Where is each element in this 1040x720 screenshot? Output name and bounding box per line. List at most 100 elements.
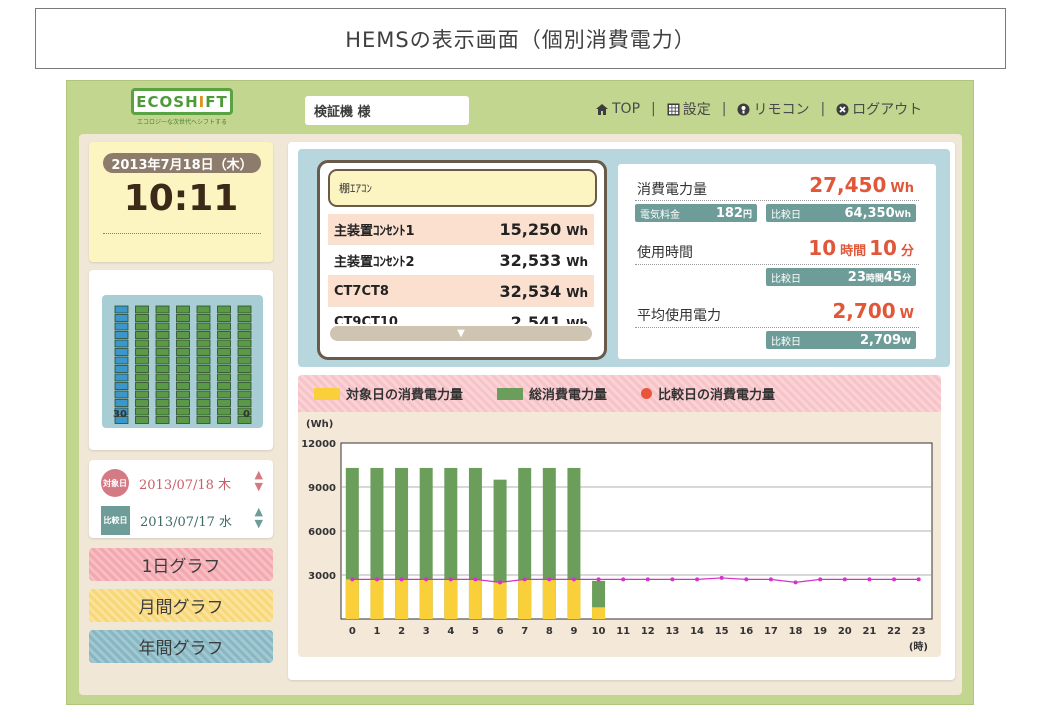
nav-separator: | — [721, 101, 727, 117]
logout-icon — [836, 103, 849, 115]
device-row[interactable]: CT9CT10 2,541 Wh — [328, 307, 594, 325]
meter-cell — [135, 399, 149, 407]
meter-cell — [155, 331, 170, 339]
settings-grid-icon — [667, 103, 680, 115]
nav-remote[interactable]: リモコン — [737, 99, 809, 119]
meter-cell — [176, 365, 190, 373]
x-tick-label: 3 — [423, 626, 430, 637]
x-tick-label: 19 — [813, 626, 827, 637]
meter-cell — [237, 365, 252, 373]
day-graph-button[interactable]: 1日グラフ — [89, 548, 273, 581]
legend-target-label: 対象日の消費電力量 — [346, 388, 464, 403]
x-tick-label: 5 — [472, 626, 479, 637]
meter-cell — [155, 348, 170, 356]
meter-cell — [237, 339, 252, 348]
meter-cell — [196, 416, 211, 424]
main-panel: 棚ｴｱｺﾝ 主装置ｺﾝｾﾝﾄ1 15,250 Wh 主装置ｺﾝｾﾝﾄ2 32,53… — [288, 142, 955, 680]
meter-cell — [135, 356, 149, 365]
target-date-badge: 対象日 — [101, 469, 129, 497]
compare-point — [645, 577, 650, 582]
compare-point — [916, 577, 921, 582]
x-tick-label: 0 — [349, 626, 356, 637]
meter-cell — [196, 373, 211, 382]
usage-minutes-unit: 分 — [900, 244, 914, 259]
consumption-compare-label: 比較日 — [771, 209, 801, 221]
content-frame: 2013年7月18日（木） 10:11 30 0 対象日 2013/07/18 … — [79, 134, 962, 695]
meter-cell — [155, 373, 170, 382]
x-tick-label: 23 — [912, 626, 926, 637]
meter-cell — [114, 314, 129, 322]
device-row[interactable]: 主装置ｺﾝｾﾝﾄ1 15,250 Wh — [328, 214, 594, 245]
usage-compare-hours: 23 — [847, 269, 866, 285]
meter-right-label: 0 — [243, 409, 250, 420]
usage-compare-pill: 比較日 23時間45分 — [766, 268, 916, 286]
device-row[interactable]: 主装置ｺﾝｾﾝﾄ2 32,533 Wh — [328, 245, 594, 276]
meter-cell — [217, 305, 231, 314]
device-name[interactable]: 棚ｴｱｺﾝ — [328, 169, 597, 207]
device-list[interactable]: 主装置ｺﾝｾﾝﾄ1 15,250 Wh 主装置ｺﾝｾﾝﾄ2 32,533 Wh CT… — [328, 214, 594, 324]
meter-cell — [155, 356, 170, 365]
device-row-label: 主装置ｺﾝｾﾝﾄ1 — [334, 223, 415, 239]
compare-point — [350, 577, 355, 582]
meter-cell — [217, 331, 231, 339]
meter-cell — [217, 314, 231, 322]
meter-cell — [135, 407, 149, 416]
x-tick-label: 18 — [789, 626, 803, 637]
meter-cell — [196, 365, 211, 373]
meter-cell — [176, 314, 190, 322]
target-date-row: 対象日 2013/07/18 木 ▲ ▼ — [101, 467, 269, 499]
logo-text-accent: I — [198, 92, 206, 111]
meter-cell — [114, 322, 129, 331]
compare-date-badge: 比較日 — [101, 505, 130, 535]
meter-cell — [217, 416, 231, 424]
target-bar — [567, 579, 581, 619]
month-graph-button[interactable]: 月間グラフ — [89, 589, 273, 622]
consumption-compare-pill: 比較日 64,350Wh — [766, 204, 916, 222]
avg-power-compare-pill: 比較日 2,709W — [766, 331, 916, 349]
meter-cell — [237, 356, 252, 365]
x-tick-label: 4 — [447, 626, 454, 637]
meter-cell — [176, 373, 190, 382]
nav-logout[interactable]: ログアウト — [836, 99, 922, 119]
compare-point — [744, 577, 749, 582]
year-graph-button[interactable]: 年間グラフ — [89, 630, 273, 663]
meter-cell — [196, 390, 211, 399]
compare-point — [842, 577, 847, 582]
compare-point — [473, 577, 478, 582]
fee-value: 182 — [715, 205, 743, 221]
meter-cell — [237, 331, 252, 339]
device-row-label: CT9CT10 — [334, 314, 398, 325]
nav-settings[interactable]: 設定 — [667, 99, 711, 119]
target-bar — [592, 607, 606, 619]
nav-top-label: TOP — [612, 101, 641, 117]
meter-cell — [237, 390, 252, 399]
x-tick-label: 15 — [715, 626, 729, 637]
usage-minutes: 10 — [869, 236, 897, 260]
consumption-label: 消費電力量 — [637, 182, 707, 198]
ecoshift-logo[interactable]: ECOSH I FT エコロジーな次世代へシフトする — [131, 88, 233, 126]
meter-cell — [155, 322, 170, 331]
meter-cell — [114, 382, 129, 390]
compare-date-down-icon[interactable]: ▼ — [255, 518, 263, 530]
summary-divider — [635, 327, 919, 328]
slide-title: HEMSの表示画面（個別消費電力） — [35, 8, 1006, 69]
compare-point — [399, 577, 404, 582]
y-tick-label: 6000 — [308, 527, 336, 538]
device-list-scroll[interactable]: ▼ — [330, 326, 592, 341]
meter-cell — [237, 322, 252, 331]
meter-cell — [217, 348, 231, 356]
usage-compare-hours-unit: 時間 — [865, 273, 884, 284]
x-tick-label: 20 — [838, 626, 852, 637]
user-name-box: 検証機 様 — [305, 96, 469, 125]
y-tick-label: 3000 — [308, 571, 336, 582]
meter-cell — [135, 305, 149, 314]
y-tick-label: 12000 — [301, 439, 336, 450]
avg-power-label: 平均使用電力 — [637, 308, 721, 324]
target-date-down-icon[interactable]: ▼ — [255, 481, 263, 493]
nav-top[interactable]: TOP — [595, 101, 640, 117]
device-row[interactable]: CT7CT8 32,534 Wh — [328, 276, 594, 307]
avg-power-compare-value: 2,709 — [859, 332, 902, 348]
remote-icon — [737, 103, 750, 115]
target-bar — [493, 582, 507, 619]
target-bar — [542, 579, 556, 619]
